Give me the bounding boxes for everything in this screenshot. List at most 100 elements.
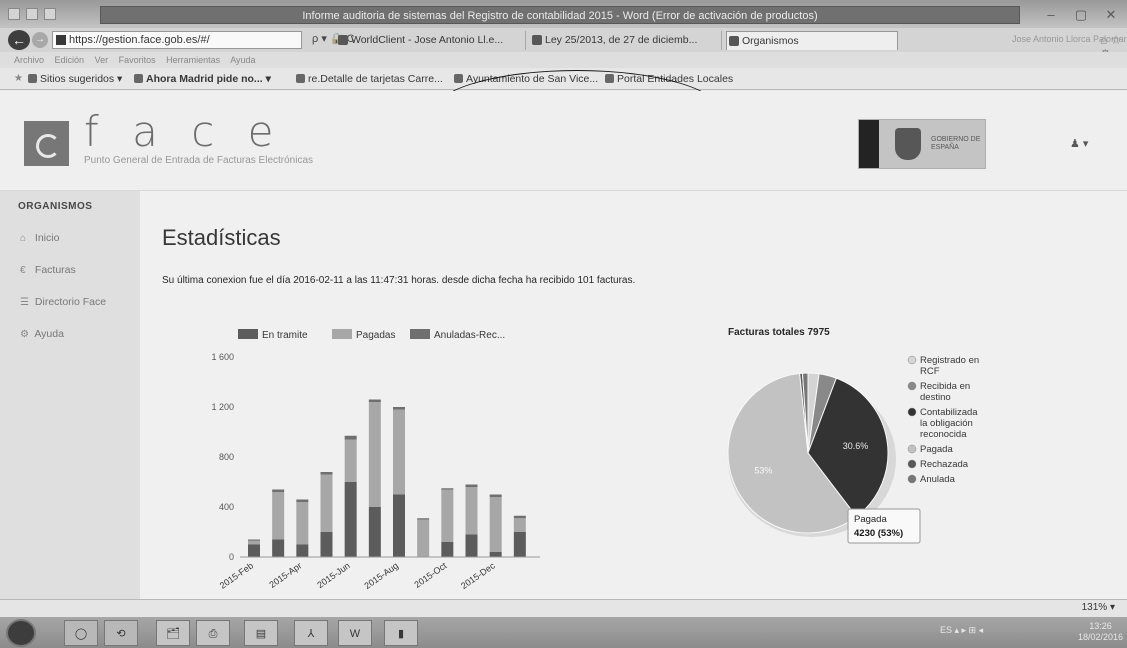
- fav-ahora-madrid[interactable]: Ahora Madrid pide no... ▾: [134, 68, 271, 90]
- bar-segment: [368, 402, 381, 507]
- face-page: f a c e Punto General de Entrada de Fact…: [0, 91, 1127, 599]
- legend-marker: [907, 355, 917, 365]
- bar-segment: [393, 407, 405, 410]
- bar-segment: [320, 472, 333, 475]
- fav-label: Ahora Madrid pide no... ▾: [146, 73, 271, 85]
- bar-segment: [368, 507, 381, 557]
- bar-segment: [296, 544, 309, 557]
- fav-label: re.Detalle de tarjetas Carre...: [308, 73, 443, 85]
- menu-archivo[interactable]: Archivo: [14, 55, 44, 65]
- legend-label: Registrado en RCF: [920, 355, 979, 377]
- bar-segment: [320, 532, 333, 557]
- menu-favoritos[interactable]: Favoritos: [119, 55, 156, 65]
- tab-ley-25-2013[interactable]: Ley 25/2013, de 27 de diciemb...: [530, 31, 722, 50]
- legend-swatch: [238, 329, 258, 339]
- zoom-level[interactable]: 131% ▾: [1082, 602, 1115, 613]
- bar-segment: [489, 497, 502, 552]
- system-tray[interactable]: ES ▴ ▸ ⊞ ◂: [940, 625, 983, 636]
- tab-organismos[interactable]: Organismos: [726, 31, 898, 50]
- url-input[interactable]: https://gestion.face.gob.es/#/: [52, 31, 302, 49]
- legend-marker: [907, 474, 917, 484]
- bar-segment: [344, 439, 357, 482]
- window-title-area: Informe auditoria de sistemas del Regist…: [100, 6, 1020, 24]
- legend-label: Anuladas-Rec...: [434, 330, 505, 341]
- sidebar-item-ayuda[interactable]: ⚙ Ayuda: [0, 319, 140, 349]
- bar-segment: [417, 519, 430, 557]
- legend-label: Pagadas: [356, 330, 395, 341]
- taskbar-media-icon[interactable]: ⟲: [104, 620, 138, 646]
- face-logo-subtitle: Punto General de Entrada de Facturas Ele…: [84, 155, 314, 166]
- coat-of-arms-icon: [895, 128, 921, 160]
- bar-segment: [465, 534, 478, 557]
- taskbar-ie-icon[interactable]: ◯: [64, 620, 98, 646]
- bar-segment: [248, 540, 260, 545]
- maximize-button[interactable]: ▢: [1070, 6, 1092, 24]
- bar-segment: [465, 484, 478, 487]
- sidebar-item-directorio[interactable]: ☰ Directorio Face: [0, 287, 140, 317]
- legend-swatch: [410, 329, 430, 339]
- bar-segment: [344, 482, 357, 557]
- bar-segment: [441, 542, 454, 557]
- clock-date: 18/02/2016: [1078, 632, 1124, 642]
- bar-segment: [272, 539, 285, 557]
- sidebar-item-facturas[interactable]: € Facturas: [0, 255, 140, 285]
- forward-button[interactable]: →: [32, 32, 48, 48]
- tab-worldclient[interactable]: WorldClient - Jose Antonio Ll.e...: [336, 31, 526, 50]
- taskbar-acrobat-icon[interactable]: ⅄: [294, 620, 328, 646]
- menu-ayuda[interactable]: Ayuda: [230, 55, 255, 65]
- taskbar-word-icon[interactable]: W: [338, 620, 372, 646]
- fav-label: Sitios sugeridos ▾: [40, 73, 123, 85]
- sidebar-item-label: Inicio: [34, 232, 60, 244]
- bar-segment: [344, 435, 357, 440]
- bar-segment: [248, 539, 260, 541]
- taskbar-explorer-icon[interactable]: 🗂: [156, 620, 190, 646]
- taskbar-scanner-icon[interactable]: ⎙: [196, 620, 230, 646]
- bar-segment: [489, 494, 502, 497]
- bar-segment: [441, 489, 454, 542]
- legend-label-line: destino: [920, 392, 951, 403]
- sidebar: ORGANISMOS ⌂ Inicio € Facturas ☰ Directo…: [0, 191, 140, 599]
- legend-label: Anulada: [920, 474, 956, 485]
- legend-label: Rechazada: [920, 459, 969, 470]
- page-header: f a c e Punto General de Entrada de Fact…: [0, 91, 1127, 191]
- bar-segment: [513, 532, 526, 557]
- main-content: Estadísticas Su última conexion fue el d…: [140, 191, 1127, 599]
- taskbar-app2-icon[interactable]: ▮: [384, 620, 418, 646]
- x-tick-label: 2015-Apr: [267, 560, 303, 589]
- tab-label: Ley 25/2013, de 27 de diciemb...: [545, 34, 698, 46]
- globe-icon: [296, 74, 305, 83]
- favorites-star-icon[interactable]: ★: [14, 68, 23, 90]
- face-logo-icon[interactable]: [24, 121, 69, 166]
- fav-detalle-tarjetas[interactable]: re.Detalle de tarjetas Carre...: [296, 68, 443, 90]
- face-logo-text[interactable]: f a c e: [84, 107, 284, 156]
- user-menu-icon[interactable]: ♟ ▾: [1070, 137, 1088, 150]
- legend-label-line: reconocida: [920, 429, 967, 440]
- euro-icon: €: [20, 265, 26, 276]
- legend-label: Contabilizada la obligación reconocida: [920, 407, 978, 440]
- sidebar-item-inicio[interactable]: ⌂ Inicio: [0, 223, 140, 253]
- clock[interactable]: 13:26 18/02/2016: [1078, 621, 1123, 643]
- bar-segment: [489, 552, 502, 557]
- close-button[interactable]: ✕: [1100, 6, 1122, 24]
- bar-segment: [441, 488, 454, 490]
- taskbar-app-icon[interactable]: ▤: [244, 620, 278, 646]
- quick-access-icon[interactable]: [44, 8, 56, 20]
- x-tick-label: 2015-Aug: [362, 560, 400, 591]
- fav-sitios-sugeridos[interactable]: Sitios sugeridos ▾: [28, 68, 122, 90]
- quick-access-icon[interactable]: [26, 8, 38, 20]
- menu-bar: Archivo Edición Ver Favoritos Herramient…: [0, 52, 1127, 68]
- menu-edicion[interactable]: Edición: [55, 55, 85, 65]
- menu-ver[interactable]: Ver: [95, 55, 109, 65]
- legend-swatch: [332, 329, 352, 339]
- minimize-button[interactable]: –: [1040, 6, 1062, 24]
- window-title: Informe auditoria de sistemas del Regist…: [302, 10, 818, 22]
- menu-herramientas[interactable]: Herramientas: [166, 55, 220, 65]
- start-button[interactable]: [6, 619, 36, 647]
- quick-access-icon[interactable]: [8, 8, 20, 20]
- sidebar-title: ORGANISMOS: [18, 201, 93, 212]
- y-tick-label: 1 600: [211, 352, 234, 362]
- pie-slice-label: 53%: [754, 466, 772, 476]
- legend-label-line: la obligación: [920, 418, 973, 429]
- back-button[interactable]: ←: [8, 30, 30, 50]
- flag-bar: [859, 120, 879, 168]
